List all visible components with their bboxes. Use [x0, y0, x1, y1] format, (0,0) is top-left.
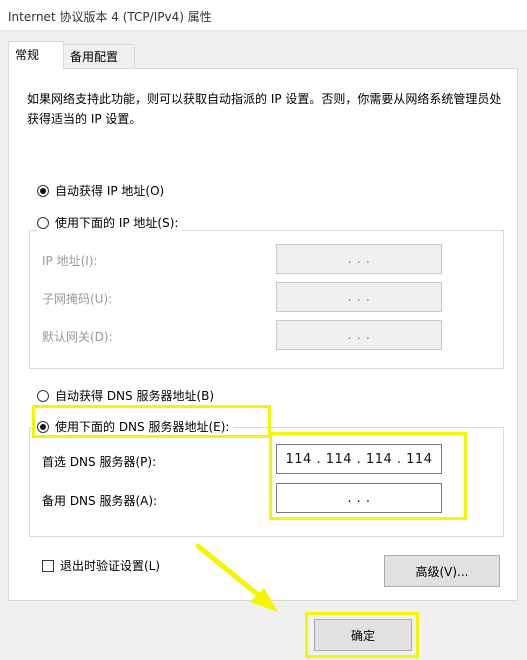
- subnet-mask-input: . . .: [276, 282, 442, 312]
- alternate-dns-input[interactable]: . . .: [276, 483, 442, 513]
- radio-auto-dns-label: 自动获得 DNS 服务器地址(B): [55, 389, 215, 403]
- ip-address-label: IP 地址(I):: [42, 254, 98, 268]
- tab-alternate-config[interactable]: 备用配置: [63, 44, 135, 68]
- subnet-mask-label: 子网掩码(U):: [42, 292, 113, 306]
- radio-manual-ip-label: 使用下面的 IP 地址(S):: [55, 216, 179, 230]
- radio-auto-dns-indicator[interactable]: [37, 389, 49, 402]
- validate-on-exit[interactable]: 退出时验证设置(L): [42, 557, 165, 574]
- alternate-dns-label: 备用 DNS 服务器(A):: [42, 494, 158, 508]
- default-gateway-input: . . .: [276, 320, 442, 350]
- description-text: 如果网络支持此功能，则可以获取自动指派的 IP 设置。否则，你需要从网络系统管理…: [27, 92, 502, 126]
- default-gateway-label: 默认网关(D):: [42, 330, 113, 344]
- validate-label: 退出时验证设置(L): [60, 559, 161, 573]
- radio-auto-dns[interactable]: 自动获得 DNS 服务器地址(B): [37, 387, 219, 404]
- radio-manual-ip-indicator[interactable]: [37, 216, 49, 229]
- radio-manual-dns-label: 使用下面的 DNS 服务器地址(E):: [55, 420, 230, 434]
- title-bar: Internet 协议版本 4 (TCP/IPv4) 属性: [0, 0, 527, 31]
- ip-address-input: . . .: [276, 244, 442, 274]
- advanced-button[interactable]: 高级(V)...: [384, 555, 500, 587]
- radio-auto-ip[interactable]: 自动获得 IP 地址(O): [37, 182, 169, 199]
- radio-auto-ip-label: 自动获得 IP 地址(O): [55, 184, 165, 198]
- radio-auto-ip-indicator[interactable]: [37, 184, 49, 197]
- window-title: Internet 协议版本 4 (TCP/IPv4) 属性: [8, 10, 212, 24]
- preferred-dns-input[interactable]: 114 . 114 . 114 . 114: [276, 444, 442, 474]
- radio-manual-dns[interactable]: 使用下面的 DNS 服务器地址(E):: [37, 418, 234, 435]
- ok-button[interactable]: 确定: [314, 619, 412, 651]
- tab-general[interactable]: 常规: [8, 41, 64, 69]
- general-panel: 如果网络支持此功能，则可以获取自动指派的 IP 设置。否则，你需要从网络系统管理…: [8, 68, 518, 601]
- preferred-dns-label: 首选 DNS 服务器(P):: [42, 455, 157, 469]
- validate-checkbox[interactable]: [42, 559, 54, 572]
- radio-manual-ip[interactable]: 使用下面的 IP 地址(S):: [37, 214, 183, 231]
- radio-manual-dns-indicator[interactable]: [37, 420, 49, 433]
- arrow-annotation: [195, 543, 278, 612]
